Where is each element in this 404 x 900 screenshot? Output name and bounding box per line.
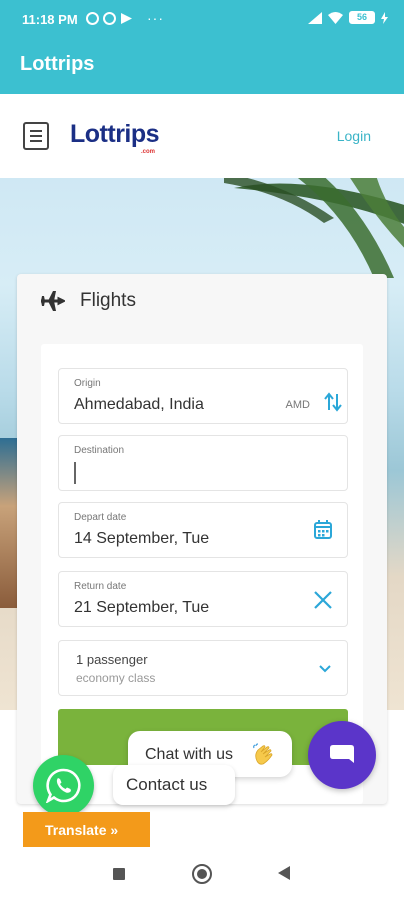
passengers-field[interactable]: 1 passenger economy class (58, 640, 348, 696)
back-button[interactable] (278, 866, 290, 880)
destination-field[interactable]: Destination (58, 435, 348, 491)
brand-logo-suffix: .com (141, 149, 156, 155)
depart-date-field[interactable]: Depart date 14 September, Tue (58, 502, 348, 558)
origin-code: AMD (285, 399, 310, 411)
destination-label: Destination (74, 445, 125, 456)
translate-label: Translate » (45, 822, 119, 838)
depart-date-value: 14 September, Tue (74, 530, 210, 547)
login-link[interactable]: Login (337, 128, 371, 144)
system-nav-bar (0, 847, 404, 900)
app-bar: Lottrips (0, 38, 404, 94)
close-icon[interactable] (313, 590, 333, 610)
app-title: Lottrips (20, 53, 95, 75)
translate-button[interactable]: Translate » (23, 812, 150, 847)
calendar-icon[interactable] (314, 520, 332, 539)
chevron-down-icon[interactable] (317, 660, 333, 676)
contact-us-pill[interactable]: Contact us (113, 765, 235, 805)
airplane-icon (41, 291, 65, 311)
battery-icon: 56 (349, 11, 375, 24)
hamburger-menu-button[interactable] (23, 122, 49, 150)
return-date-label: Return date (74, 581, 127, 592)
whatsapp-button[interactable] (33, 755, 94, 816)
cabin-class: economy class (76, 671, 156, 685)
wifi-icon (328, 11, 343, 24)
text-cursor (74, 462, 76, 484)
return-date-value: 21 September, Tue (74, 599, 210, 616)
chat-button[interactable] (308, 721, 376, 789)
site-header: Lottrips .com Login (0, 94, 404, 178)
return-date-field[interactable]: Return date 21 September, Tue (58, 571, 348, 627)
status-time: 11:18 PM (22, 12, 78, 27)
chat-icon (330, 745, 354, 763)
chat-bubble-text: Chat with us (145, 746, 234, 763)
notification-app-icon (86, 11, 99, 25)
palm-leaves-image (224, 178, 404, 278)
notification-app-icon (103, 11, 116, 25)
origin-label: Origin (74, 378, 101, 389)
waving-hand-icon (253, 743, 273, 765)
origin-field[interactable]: Origin Ahmedabad, India AMD (58, 368, 348, 424)
notification-app-icon (121, 12, 132, 24)
status-bar: 11:18 PM ··· 56 (0, 0, 404, 38)
home-button[interactable] (192, 864, 212, 884)
more-notifications-icon: ··· (147, 10, 164, 26)
origin-value: Ahmedabad, India (74, 396, 204, 413)
brand-logo[interactable]: Lottrips (70, 120, 160, 149)
card-title: Flights (80, 290, 136, 311)
signal-icon (308, 11, 322, 24)
swap-icon[interactable] (324, 392, 342, 412)
whatsapp-icon (46, 768, 81, 803)
recents-button[interactable] (113, 868, 125, 880)
passenger-count: 1 passenger (76, 652, 148, 667)
system-icons: 56 (308, 11, 388, 24)
depart-date-label: Depart date (74, 512, 127, 523)
charging-icon (381, 11, 388, 24)
notification-icons: ··· (86, 10, 164, 26)
contact-us-label: Contact us (126, 775, 208, 794)
